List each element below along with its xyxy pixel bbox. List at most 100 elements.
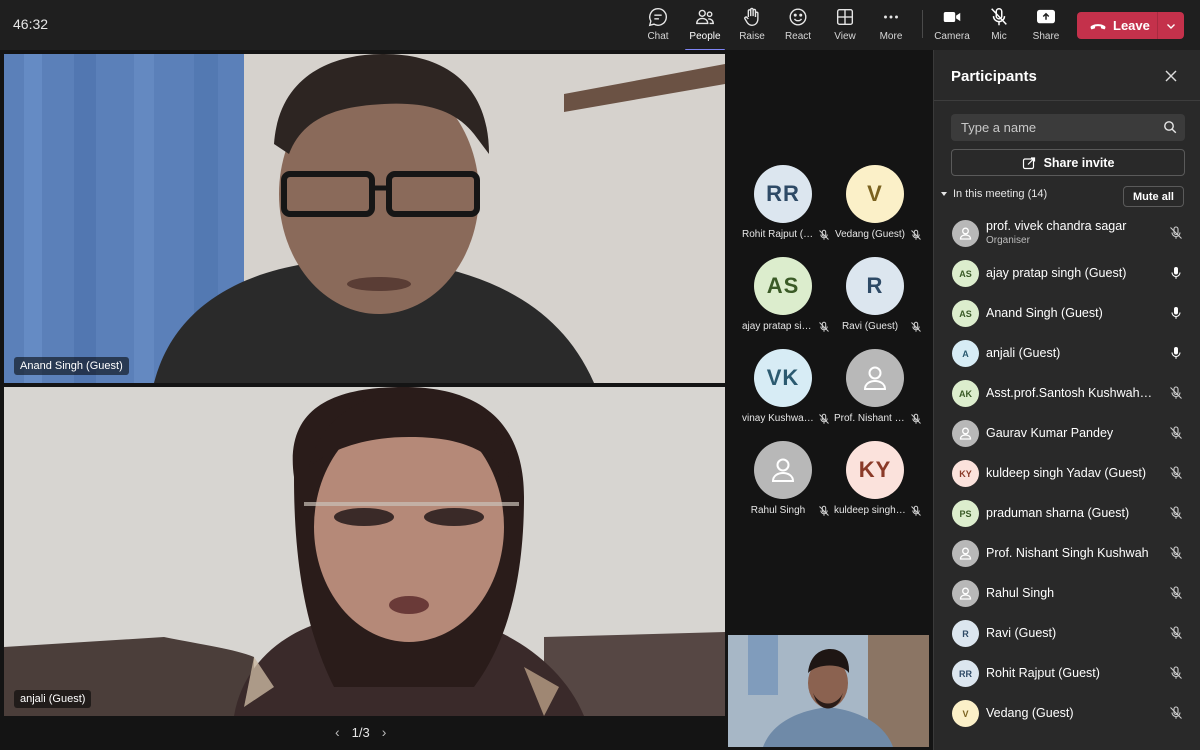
mic-icon — [1171, 307, 1181, 319]
toolbar-divider — [922, 10, 923, 38]
share-icon — [1037, 9, 1055, 24]
panel-divider — [934, 100, 1200, 101]
participant-name: Prof. Nishant Singh Kushwah — [986, 546, 1149, 560]
leave-button[interactable]: Leave — [1077, 12, 1184, 39]
mic-off-icon — [1170, 226, 1182, 239]
participant-row[interactable]: AK Asst.prof.Santosh Kushwaha (Guest) — [934, 373, 1200, 413]
participant-tile[interactable]: Prof. Nishant Singh Kushwah — [834, 349, 926, 439]
gallery-pager: ‹ 1/3 › — [335, 724, 386, 740]
pager-label: 1/3 — [351, 724, 370, 740]
chat-label: Chat — [647, 31, 669, 42]
phone-hangup-icon — [1090, 23, 1106, 29]
avatar: AS — [754, 257, 812, 315]
participant-row[interactable]: R Ravi (Guest) — [934, 613, 1200, 653]
pager-prev-icon[interactable]: ‹ — [335, 724, 340, 740]
mic-off-icon — [1170, 426, 1182, 439]
camera-button[interactable]: Camera — [926, 6, 978, 46]
participant-row[interactable]: Aanjali (Guest) — [934, 333, 1200, 373]
pager-next-icon[interactable]: › — [382, 724, 387, 740]
leave-main[interactable]: Leave — [1077, 12, 1157, 39]
participants-panel: Participants Share invite In this meetin… — [933, 50, 1200, 750]
participant-video-image — [4, 54, 725, 383]
participant-row[interactable]: PS praduman sharna (Guest) — [934, 493, 1200, 533]
raise-hand-icon — [744, 7, 759, 26]
mic-off-icon — [1170, 386, 1182, 399]
share-button[interactable]: Share — [1020, 6, 1072, 46]
participant-tile[interactable]: KY kuldeep singh Yadav (Guest) — [834, 441, 926, 531]
participant-name: ajay pratap singh (Guest) — [986, 266, 1127, 280]
view-button[interactable]: View — [819, 6, 871, 46]
participant-row[interactable]: KY kuldeep singh Yadav (Guest) — [934, 453, 1200, 493]
avatar — [846, 349, 904, 407]
mic-button[interactable]: Mic — [973, 6, 1025, 46]
video-stage: Anand Singh (Guest) anjali (Guest) ‹ 1/3… — [0, 50, 933, 750]
participant-tile[interactable]: VK vinay Kushwaha (Guest) — [742, 349, 834, 439]
participant-tile[interactable]: R Ravi (Guest) — [834, 257, 926, 347]
participant-row[interactable]: RR Rohit Rajput (Guest) — [934, 653, 1200, 693]
people-button[interactable]: People — [679, 6, 731, 51]
mic-off-icon — [819, 505, 829, 516]
participant-row[interactable]: AS Anand Singh (Guest) — [934, 293, 1200, 333]
avatar: KY — [846, 441, 904, 499]
participant-tile[interactable]: Rahul Singh — [742, 441, 834, 531]
participant-name: Rohit Rajput (Guest) — [986, 666, 1100, 680]
avatar: KY — [952, 460, 979, 487]
avatar: V — [846, 165, 904, 223]
mic-off-icon — [911, 229, 921, 240]
participant-name: kuldeep singh Yadav (Guest) — [986, 466, 1147, 480]
mic-off-icon — [911, 413, 921, 424]
video-tile-anand[interactable]: Anand Singh (Guest) — [4, 54, 725, 383]
search-input[interactable] — [951, 114, 1185, 141]
participant-tile[interactable]: RR Rohit Rajput (Guest) — [742, 165, 834, 255]
tile-name: Rahul Singh — [750, 505, 806, 516]
self-view-video[interactable] — [728, 635, 929, 747]
raise-hand-button[interactable]: Raise — [726, 6, 778, 46]
panel-title: Participants — [951, 68, 1037, 85]
self-view-image — [728, 635, 929, 747]
participant-row[interactable]: Gaurav Kumar Pandey — [934, 413, 1200, 453]
avatar — [952, 580, 979, 607]
in-meeting-section-toggle[interactable]: In this meeting (14) — [940, 188, 1047, 200]
raise-label: Raise — [739, 31, 765, 42]
participant-row[interactable]: Prof. Nishant Singh Kushwah — [934, 533, 1200, 573]
mic-off-icon — [1170, 586, 1182, 599]
mute-all-button[interactable]: Mute all — [1123, 186, 1184, 207]
react-label: React — [784, 31, 812, 42]
avatar — [754, 441, 812, 499]
participant-row[interactable]: V Vedang (Guest) — [934, 693, 1200, 733]
leave-options-button[interactable] — [1158, 12, 1184, 39]
people-icon — [696, 9, 714, 25]
participant-row[interactable]: prof. vivek chandra sagar Organiser — [934, 213, 1200, 253]
react-button[interactable]: React — [772, 6, 824, 46]
more-button[interactable]: More — [865, 6, 917, 46]
people-label: People — [689, 31, 721, 42]
chat-button[interactable]: Chat — [632, 6, 684, 46]
close-icon[interactable] — [1162, 67, 1180, 85]
participant-name: praduman sharna (Guest) — [986, 506, 1130, 520]
meeting-timer: 46:32 — [13, 16, 49, 32]
person-icon — [959, 227, 972, 240]
avatar — [952, 220, 979, 247]
participant-row[interactable]: Rahul Singh — [934, 573, 1200, 613]
avatar: A — [952, 340, 979, 367]
share-invite-button[interactable]: Share invite — [951, 149, 1185, 176]
participant-row[interactable]: AS ajay pratap singh (Guest) — [934, 253, 1200, 293]
person-icon — [959, 587, 972, 600]
mic-off-icon — [1170, 666, 1182, 679]
mic-off-icon — [991, 8, 1007, 26]
mic-off-icon — [1170, 506, 1182, 519]
participant-name: Gaurav Kumar Pandey — [986, 426, 1114, 440]
avatar: V — [952, 700, 979, 727]
camera-icon — [943, 11, 961, 23]
participant-name: Ravi (Guest) — [986, 626, 1057, 640]
person-icon — [863, 366, 887, 390]
participant-tile[interactable]: V Vedang (Guest) — [834, 165, 926, 255]
participant-tile[interactable]: AS ajay pratap singh (Guest) — [742, 257, 834, 347]
camera-label: Camera — [934, 31, 970, 42]
share-invite-label: Share invite — [1043, 155, 1115, 170]
video-tile-anjali[interactable]: anjali (Guest) — [4, 387, 725, 716]
more-label: More — [879, 31, 903, 42]
mic-off-icon — [819, 413, 829, 424]
tile-name: Prof. Nishant Singh Kushwah — [834, 413, 906, 424]
avatar: R — [846, 257, 904, 315]
